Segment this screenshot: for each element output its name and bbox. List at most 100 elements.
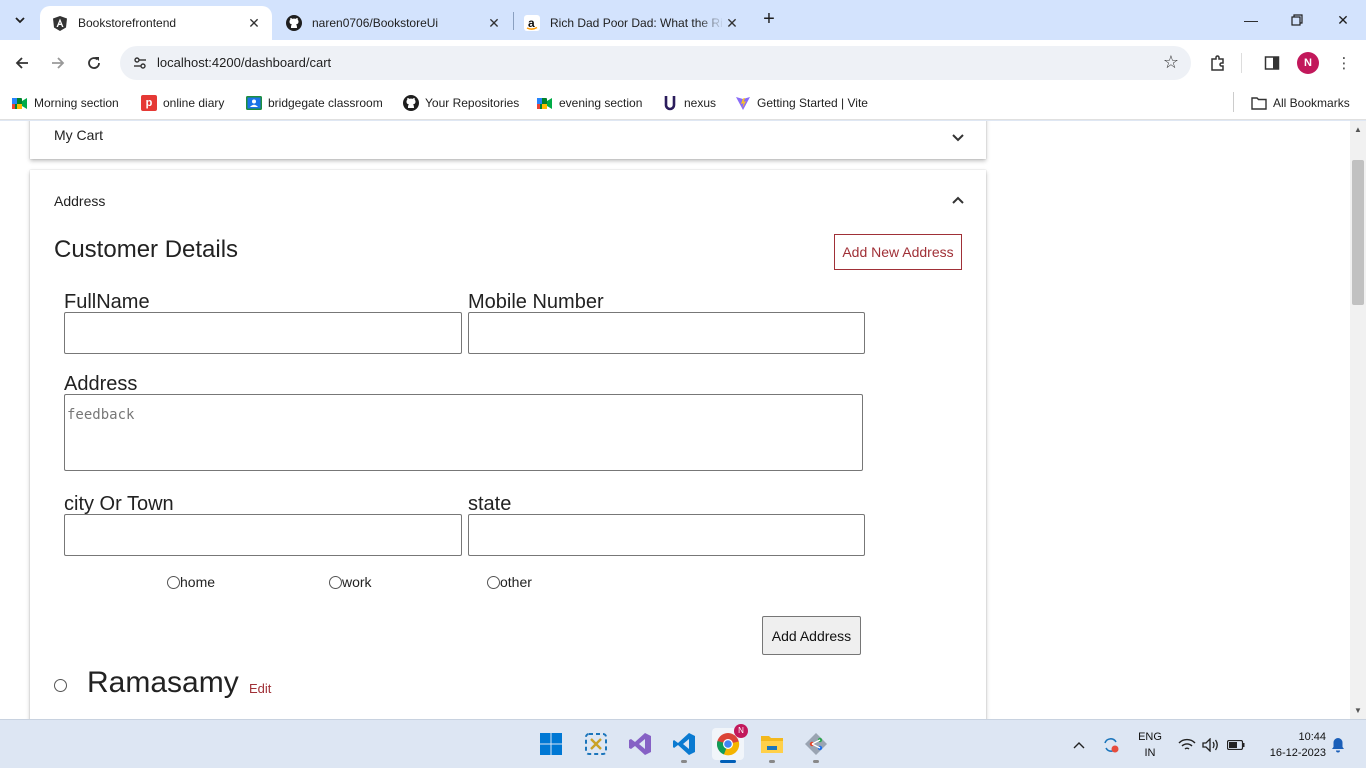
scroll-down-icon[interactable]: ▼ [1350,703,1366,719]
vscode-icon[interactable] [668,728,700,763]
bookmark-label: evening section [559,96,643,110]
amazon-icon: a [524,15,540,31]
tab-title: naren0706/BookstoreUi [312,16,439,30]
side-panel-icon[interactable] [1260,51,1284,75]
minimize-icon[interactable]: — [1236,8,1266,32]
scroll-up-icon[interactable]: ▲ [1350,122,1366,138]
bookmark-nexus[interactable]: nexus [662,93,716,113]
radio-other[interactable]: other [487,574,532,590]
close-icon[interactable]: ✕ [724,15,740,32]
city-field[interactable] [64,514,462,556]
page-viewport: My Cart Address Customer Details Add New… [0,121,1350,719]
snipping-tool-icon[interactable] [580,728,612,760]
wifi-icon[interactable] [1178,720,1196,768]
bookmark-your-repositories[interactable]: Your Repositories [403,93,519,113]
bookmark-label: Getting Started | Vite [757,96,868,110]
state-field[interactable] [468,514,865,556]
radio-button[interactable] [329,575,342,589]
address-bar[interactable]: localhost:4200/dashboard/cart ☆ [120,46,1191,80]
vite-icon [735,95,751,111]
tab-strip: Bookstorefrontend ✕ naren0706/BookstoreU… [0,0,1366,40]
site-info-icon[interactable] [132,55,148,71]
bookmark-online-diary[interactable]: p online diary [141,93,224,113]
classroom-icon [246,95,262,111]
cart-panel[interactable]: My Cart [30,121,986,159]
visual-studio-icon[interactable] [624,728,656,760]
tab-amazon[interactable]: a Rich Dad Poor Dad: What the Ri ✕ [512,6,750,40]
running-indicator [720,760,736,763]
radio-work[interactable]: work [329,574,372,590]
angular-icon [52,15,68,31]
sync-icon[interactable] [1102,720,1120,768]
address-label: Address [64,373,138,395]
fullname-field[interactable] [64,312,462,354]
address-field[interactable] [64,394,863,471]
reload-icon[interactable] [82,51,106,75]
tab-github[interactable]: naren0706/BookstoreUi ✕ [274,6,512,40]
tab-title: Bookstorefrontend [78,16,177,30]
chrome-profile-badge: N [734,724,748,738]
bookmark-star-icon[interactable]: ☆ [1163,52,1179,73]
edit-address-link[interactable]: Edit [249,681,271,696]
close-icon[interactable]: ✕ [486,15,502,32]
customer-details-heading: Customer Details [54,236,239,263]
forward-icon[interactable] [46,51,70,75]
menu-kebab-icon[interactable]: ⋮ [1332,51,1356,75]
notifications-bell-icon[interactable] [1331,720,1345,768]
file-explorer-icon[interactable] [756,728,788,763]
profile-avatar[interactable]: N [1297,52,1319,74]
add-address-button[interactable]: Add Address [762,616,861,655]
bookmark-bridgegate-classroom[interactable]: bridgegate classroom [246,93,383,113]
saved-address-name: Ramasamy [87,666,239,699]
bookmarks-divider [1233,92,1234,112]
mobile-label: Mobile Number [468,291,604,313]
extensions-icon[interactable] [1206,51,1230,75]
state-label: state [468,493,512,515]
show-hidden-icons-icon[interactable] [1072,720,1086,768]
diary-icon: p [141,95,157,111]
running-indicator [769,760,775,763]
all-bookmarks[interactable]: All Bookmarks [1251,93,1350,113]
address-panel: Address Customer Details Add New Address… [30,170,986,719]
close-window-icon[interactable]: ✕ [1328,8,1358,32]
language-region: IN [1144,747,1156,759]
svg-text:a: a [528,16,535,30]
bookmark-label: online diary [163,96,225,110]
close-icon[interactable]: ✕ [246,15,262,32]
add-new-address-button[interactable]: Add New Address [834,234,962,270]
radio-home[interactable]: home [167,574,215,590]
volume-icon[interactable] [1202,720,1220,768]
battery-icon[interactable] [1227,720,1245,768]
city-label: city Or Town [64,493,174,515]
chevron-down-icon[interactable] [950,130,966,146]
bookmark-label: bridgegate classroom [268,96,383,110]
restore-icon[interactable] [1282,8,1312,32]
bookmark-vite[interactable]: Getting Started | Vite [735,93,868,113]
bookmarks-bar: Morning section p online diary bridgegat… [0,86,1366,120]
chrome-icon[interactable]: N [712,724,748,763]
cart-panel-title: My Cart [54,127,103,143]
radio-button[interactable] [487,575,500,589]
new-tab-icon[interactable]: + [758,9,780,31]
language-indicator[interactable]: ENG IN [1134,729,1166,761]
mobile-number-field[interactable] [468,312,865,354]
toolbar-divider [1241,53,1242,73]
bookmark-morning-section[interactable]: Morning section [12,93,119,113]
git-extensions-icon[interactable] [800,728,832,763]
tab-search-icon[interactable] [8,8,32,32]
saved-address-radio[interactable] [54,679,67,692]
chevron-up-icon[interactable] [950,192,966,208]
scrollbar-thumb[interactable] [1352,160,1364,305]
clock[interactable]: 10:44 16-12-2023 [1256,729,1326,761]
radio-button[interactable] [167,575,180,589]
bookmark-label: nexus [684,96,717,110]
windows-start-icon[interactable] [535,728,567,760]
taskbar: N ENG IN 10:44 16-12-2023 [0,719,1366,768]
github-icon [286,15,302,31]
nexus-icon [662,95,678,111]
radio-other-label: other [500,574,532,590]
bookmark-evening-section[interactable]: evening section [537,93,642,113]
radio-home-label: home [180,574,216,590]
back-icon[interactable] [10,51,34,75]
tab-bookstorefrontend[interactable]: Bookstorefrontend ✕ [40,6,272,40]
